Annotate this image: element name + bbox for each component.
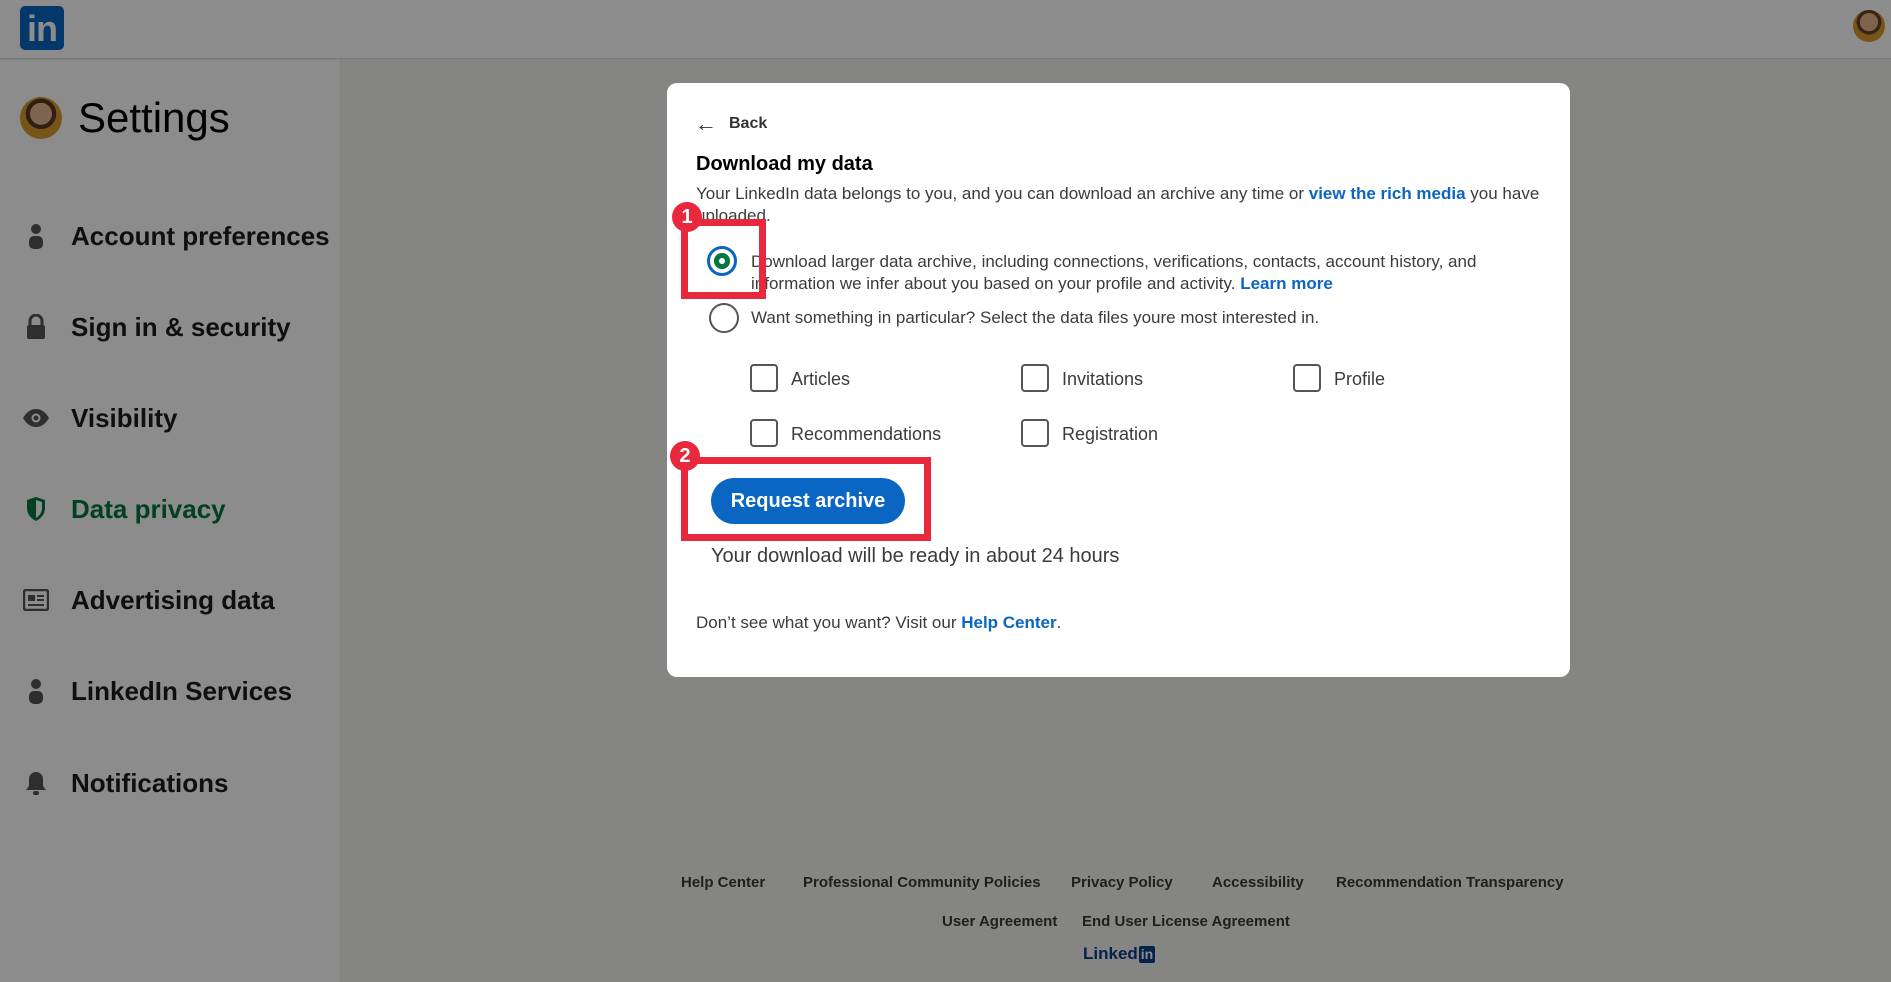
- help-line: Don’t see what you want? Visit our Help …: [696, 613, 1062, 632]
- articles-label: Articles: [791, 369, 851, 389]
- partial-archive-radio[interactable]: [709, 303, 739, 333]
- rich-media-link[interactable]: view the rich media: [1309, 184, 1466, 203]
- registration-checkbox[interactable]: [1021, 419, 1049, 447]
- profile-checkbox[interactable]: [1293, 364, 1321, 392]
- annotation-box-2: [681, 457, 931, 541]
- help-center-link[interactable]: Help Center: [961, 613, 1056, 632]
- registration-label: Registration: [1062, 424, 1159, 444]
- invitations-label: Invitations: [1062, 369, 1144, 389]
- articles-checkbox[interactable]: [750, 364, 778, 392]
- arrow-left-icon: ←: [695, 111, 717, 136]
- ready-status-text: Your download will be ready in about 24 …: [711, 545, 1120, 567]
- full-archive-label: Download larger data archive, including …: [751, 252, 1477, 293]
- annotation-badge-1: 1: [672, 202, 702, 232]
- profile-label: Profile: [1334, 369, 1386, 389]
- recommendations-checkbox[interactable]: [750, 419, 778, 447]
- back-button[interactable]: ← Back: [695, 111, 767, 137]
- download-data-modal: ← Back Download my data Your LinkedIn da…: [667, 83, 1570, 677]
- recommendations-label: Recommendations: [791, 424, 942, 444]
- modal-description: Your LinkedIn data belongs to you, and y…: [696, 184, 1540, 225]
- invitations-checkbox[interactable]: [1021, 364, 1049, 392]
- learn-more-link[interactable]: Learn more: [1240, 274, 1333, 293]
- partial-archive-label: Want something in particular? Select the…: [751, 308, 1320, 327]
- modal-title: Download my data: [696, 153, 873, 175]
- annotation-badge-2: 2: [670, 441, 700, 471]
